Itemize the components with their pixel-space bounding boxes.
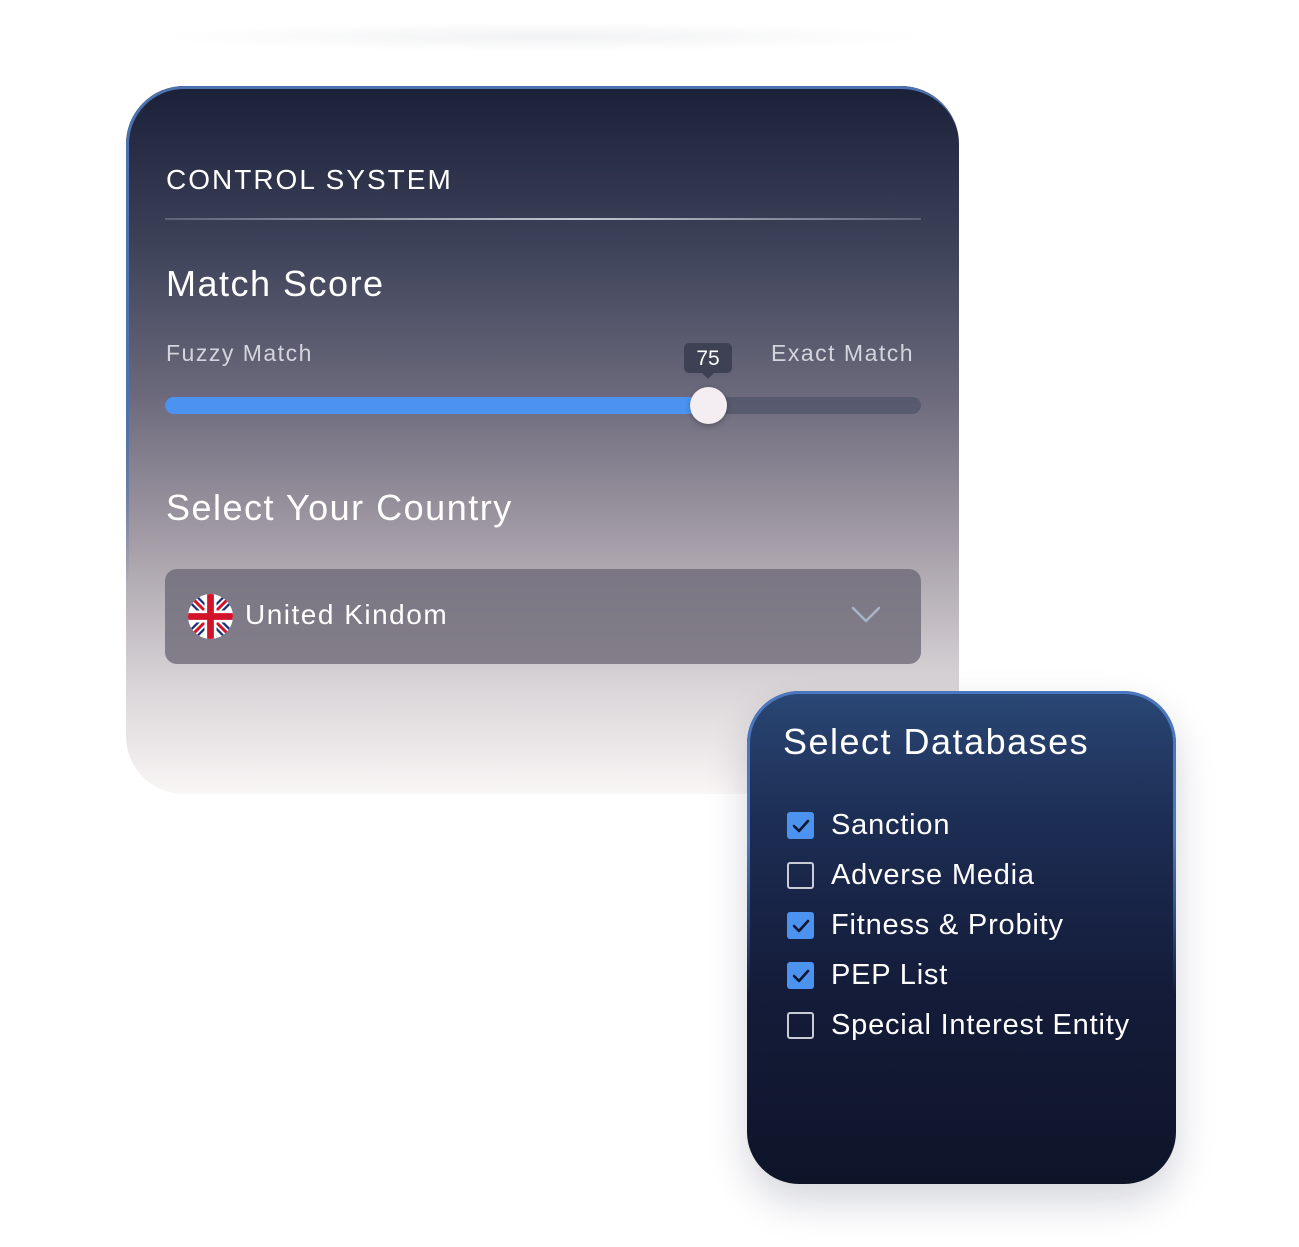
exact-match-label: Exact Match	[771, 340, 915, 366]
database-label: Fitness & Probity	[831, 909, 1064, 941]
check-icon	[792, 919, 809, 932]
uk-flag-icon	[188, 594, 233, 639]
panel-title: CONTROL SYSTEM	[166, 164, 453, 195]
selected-country: United Kindom	[245, 599, 449, 630]
control-system-panel: CONTROL SYSTEM Match Score Fuzzy Match E…	[126, 86, 959, 794]
checkbox-unchecked[interactable]	[787, 1012, 814, 1039]
chevron-down-icon[interactable]	[851, 605, 881, 625]
checkbox-checked[interactable]	[787, 912, 814, 939]
country-dropdown[interactable]: United Kindom	[165, 569, 921, 664]
checkbox-checked[interactable]	[787, 962, 814, 989]
database-item-special-interest-entity[interactable]: Special Interest Entity	[787, 991, 1130, 1060]
panel-divider	[165, 218, 921, 220]
match-score-heading: Match Score	[166, 263, 385, 304]
top-shadow	[150, 22, 940, 52]
checkbox-unchecked[interactable]	[787, 862, 814, 889]
databases-title: Select Databases	[783, 721, 1090, 762]
slider-fill	[165, 397, 708, 414]
database-list: Sanction Adverse Media Fitness & Probity…	[787, 791, 1130, 1060]
page: CONTROL SYSTEM Match Score Fuzzy Match E…	[0, 0, 1299, 1247]
database-label: PEP List	[831, 959, 949, 991]
database-label: Special Interest Entity	[831, 1009, 1130, 1041]
select-databases-panel: Select Databases Sanction Adverse Media …	[747, 691, 1176, 1184]
checkbox-checked[interactable]	[787, 812, 814, 839]
match-score-slider[interactable]	[165, 387, 921, 424]
database-label: Adverse Media	[831, 859, 1035, 891]
slider-thumb[interactable]	[690, 387, 727, 424]
fuzzy-match-label: Fuzzy Match	[166, 340, 313, 366]
database-label: Sanction	[831, 809, 951, 841]
select-country-heading: Select Your Country	[166, 487, 513, 528]
check-icon	[792, 969, 809, 982]
check-icon	[792, 819, 809, 832]
slider-value-tooltip: 75	[684, 343, 732, 379]
